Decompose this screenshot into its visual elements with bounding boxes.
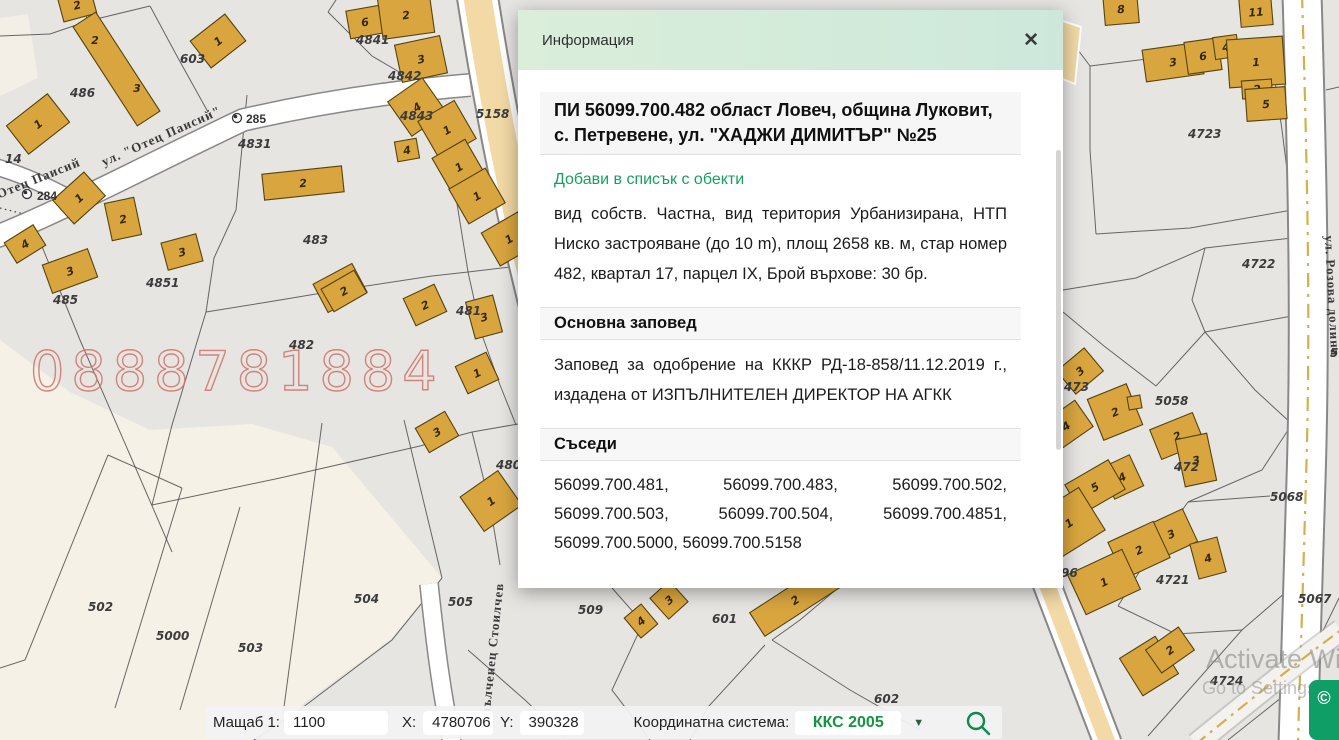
x-label: X: — [402, 714, 416, 731]
parcel-label: 485 — [52, 293, 78, 307]
add-to-list-link[interactable]: Добави в списък с обекти — [554, 171, 1007, 189]
parcel-label: 601 — [712, 612, 737, 626]
map-toolbar: Мащаб 1: X: Y: Координатна система: ККС … — [205, 706, 1002, 739]
svg-text:8: 8 — [1117, 3, 1126, 17]
chevron-down-icon[interactable]: ▼ — [913, 717, 924, 729]
property-title: ПИ 56099.700.482 област Ловеч, община Лу… — [540, 92, 1021, 155]
panel-header: Информация ✕ — [518, 10, 1063, 70]
crs-value: ККС 2005 — [813, 714, 884, 732]
parcel-label: 483 — [302, 233, 328, 247]
parcel-label: 5158 — [476, 107, 509, 121]
svg-text:284: 284 — [37, 189, 57, 203]
parcel-label: 4843 — [399, 109, 433, 123]
order-text: Заповед за одобрение на КККР РД-18-858/1… — [554, 350, 1007, 410]
y-label: Y: — [500, 714, 513, 731]
parcel-label: 4842 — [387, 69, 421, 83]
parcel-label: 503 — [238, 641, 263, 655]
activate-windows-text: Activate Win — [1206, 644, 1339, 674]
parcel-label: 4851 — [145, 276, 179, 290]
parcel-label: 5058 — [1155, 394, 1188, 408]
y-input[interactable] — [520, 711, 584, 735]
parcel-label: 96 — [1061, 566, 1078, 580]
scale-input[interactable] — [284, 711, 388, 735]
parcel-label: 473 — [1063, 380, 1089, 394]
parcel-label: 4831 — [237, 137, 271, 151]
parcel-label: 472 — [1173, 460, 1199, 474]
parcel-label: 602 — [874, 692, 899, 706]
panel-title: Информация — [542, 32, 634, 49]
svg-text:11: 11 — [1248, 5, 1264, 19]
search-icon[interactable] — [964, 709, 992, 737]
parcel-label: 5000 — [156, 629, 189, 643]
parcel-label: 504 — [354, 592, 379, 606]
svg-text:285: 285 — [246, 112, 266, 126]
x-input[interactable] — [423, 711, 493, 735]
building: 5 — [1245, 87, 1287, 122]
parcel-label: 4721 — [1155, 573, 1189, 587]
parcel-label: 5067 — [1298, 592, 1332, 606]
parcel-label: 509 — [578, 603, 603, 617]
parcel-label: 502 — [88, 600, 113, 614]
parcel-label: 14 — [5, 152, 22, 166]
building-number: 3 — [133, 82, 141, 95]
parcel-label: 4722 — [1241, 257, 1275, 271]
parcel-label: 5068 — [1270, 490, 1303, 504]
crs-select[interactable]: ККС 2005 — [795, 711, 901, 735]
crs-label: Координатна система: — [634, 714, 790, 731]
close-icon[interactable]: ✕ — [1023, 31, 1039, 50]
parcel-label: 4723 — [1187, 127, 1221, 141]
attribution-button[interactable]: © — [1309, 680, 1339, 740]
parcel-label: 505 — [448, 595, 473, 609]
building-number: 2 — [91, 34, 99, 47]
svg-text:1: 1 — [1252, 56, 1261, 70]
neighbors-list: 56099.700.481, 56099.700.483, 56099.700.… — [554, 471, 1007, 558]
scrollbar[interactable] — [1056, 150, 1061, 450]
building: 11 — [1239, 0, 1273, 27]
order-section-header: Основна заповед — [540, 307, 1021, 340]
panel-body: ПИ 56099.700.482 област Ловеч, община Лу… — [518, 92, 1063, 558]
svg-text:5: 5 — [1262, 98, 1271, 112]
info-panel: Информация ✕ ПИ 56099.700.482 област Лов… — [518, 10, 1063, 588]
property-description: вид собств. Частна, вид територия Урбани… — [554, 199, 1007, 289]
scale-label: Мащаб 1: — [213, 714, 280, 731]
building: 8 — [1103, 0, 1139, 25]
building: 4 — [394, 138, 419, 162]
parcel-label: 603 — [180, 52, 205, 66]
parcel-label: 486 — [69, 86, 95, 100]
watermark-phone: 0888781884 — [30, 340, 444, 403]
neighbors-section-header: Съседи — [540, 428, 1021, 461]
parcel-label: 4841 — [355, 33, 389, 47]
parcel-label: 481 — [455, 304, 481, 318]
building — [1127, 395, 1142, 410]
